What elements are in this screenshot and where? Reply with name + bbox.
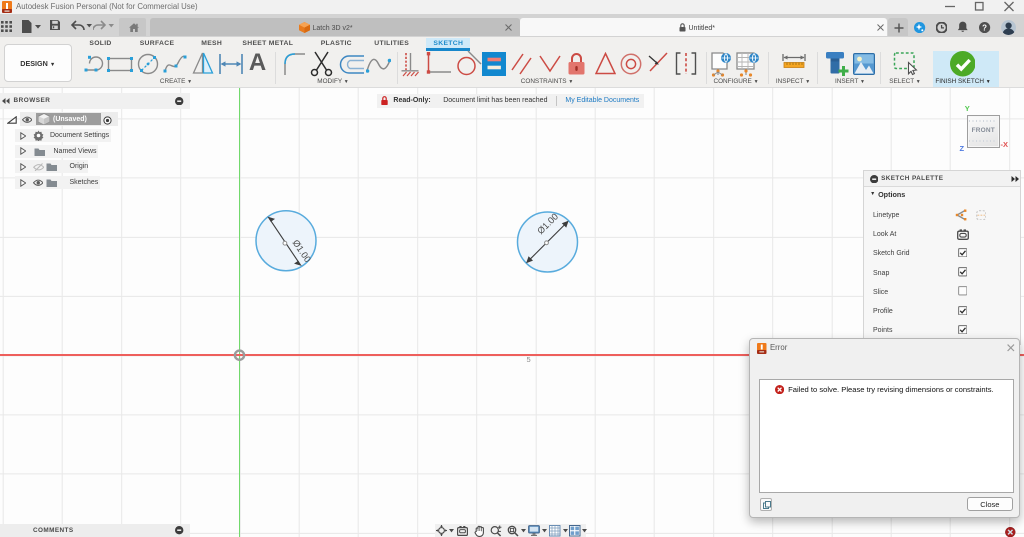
svg-text:?: ? [983,23,988,32]
svg-text:5: 5 [527,355,531,364]
